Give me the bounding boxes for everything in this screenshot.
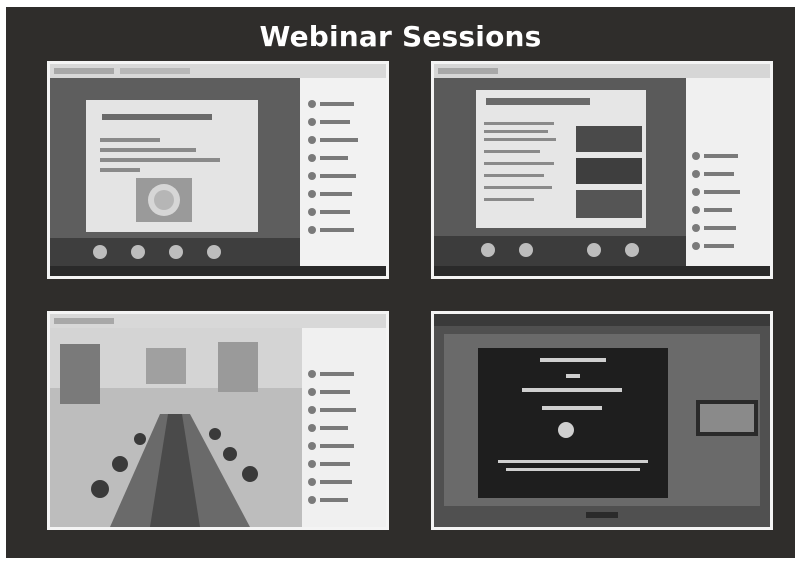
webinar-screenshot-1 xyxy=(47,61,389,279)
webinar-screenshot-2 xyxy=(431,61,773,279)
collage-board: Webinar Sessions xyxy=(6,7,795,558)
webinar-screen-1-image xyxy=(50,64,386,276)
webinar-screen-4-image xyxy=(434,314,770,527)
webinar-screenshot-3 xyxy=(47,311,389,530)
webinar-screenshot-4 xyxy=(431,311,773,530)
webinar-screen-3-image xyxy=(50,314,386,527)
webinar-screen-2-image xyxy=(434,64,770,276)
page-title: Webinar Sessions xyxy=(259,20,542,53)
